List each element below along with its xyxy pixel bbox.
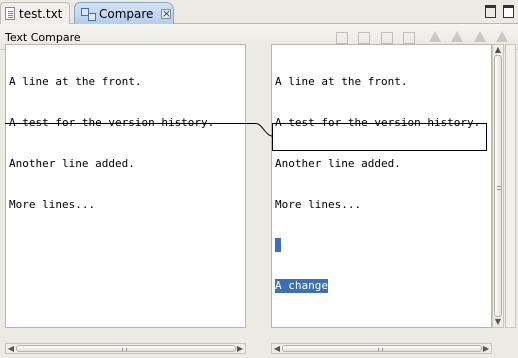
selected-text: A change: [275, 279, 328, 293]
copy-current-change-left-to-right-icon[interactable]: [380, 30, 394, 44]
left-text-pane[interactable]: A line at the front. A test for the vers…: [5, 44, 246, 328]
tab-test-txt[interactable]: test.txt: [0, 2, 70, 24]
right-line: ​: [275, 238, 480, 252]
previous-difference-icon[interactable]: [450, 30, 464, 44]
left-horizontal-scrollbar[interactable]: ◀ ▶: [5, 343, 246, 354]
left-lines: A line at the front. A test for the vers…: [9, 48, 214, 238]
close-icon[interactable]: ×: [161, 8, 172, 19]
right-line-selected: A change: [275, 279, 480, 293]
left-line: More lines...: [9, 197, 96, 211]
maximize-icon[interactable]: [502, 4, 514, 18]
center-diff-gutter: [246, 44, 271, 338]
scroll-left-icon[interactable]: ◀: [273, 345, 281, 353]
left-line: A line at the front.: [9, 75, 142, 89]
right-lines: A line at the front. A test for the vers…: [275, 48, 480, 320]
right-line: A test for the version history.: [275, 115, 481, 129]
right-horizontal-scrollbar[interactable]: ◀ ▶: [271, 343, 492, 354]
scrollbar-thumb[interactable]: [494, 55, 502, 317]
next-difference-icon[interactable]: [428, 30, 442, 44]
scrollbar-thumb[interactable]: [282, 345, 482, 352]
tab-compare[interactable]: Compare ×: [74, 2, 174, 24]
tab-label: Compare: [99, 6, 154, 21]
minimize-icon[interactable]: [484, 4, 496, 18]
text-file-icon: [5, 7, 15, 20]
overview-ruler[interactable]: [505, 44, 516, 328]
compare-title: Text Compare: [5, 31, 81, 44]
compare-icon: [81, 7, 96, 21]
scrollbar-thumb[interactable]: [16, 345, 236, 352]
left-line: A test for the version history.: [9, 115, 215, 129]
left-line: Another line added.: [9, 156, 135, 170]
editor-tab-bar: test.txt Compare ×: [0, 0, 518, 24]
previous-change-icon[interactable]: [495, 30, 509, 44]
scroll-right-icon[interactable]: ▶: [482, 345, 490, 353]
right-line: More lines...: [275, 197, 362, 211]
scroll-down-icon[interactable]: ▼: [494, 318, 502, 326]
copy-all-left-to-right-icon[interactable]: [335, 30, 349, 44]
tab-label: test.txt: [19, 6, 63, 21]
copy-all-right-to-left-icon[interactable]: [357, 30, 371, 44]
vertical-scrollbar[interactable]: ▲ ▼: [492, 44, 504, 328]
scroll-right-icon[interactable]: ▶: [236, 345, 244, 353]
next-change-icon[interactable]: [473, 30, 487, 44]
scroll-up-icon[interactable]: ▲: [494, 46, 502, 54]
scroll-left-icon[interactable]: ◀: [7, 345, 15, 353]
right-line: A line at the front.: [275, 75, 408, 89]
right-line: Another line added.: [275, 156, 401, 170]
right-text-pane[interactable]: A line at the front. A test for the vers…: [271, 44, 492, 328]
copy-current-change-right-to-left-icon[interactable]: [402, 30, 416, 44]
